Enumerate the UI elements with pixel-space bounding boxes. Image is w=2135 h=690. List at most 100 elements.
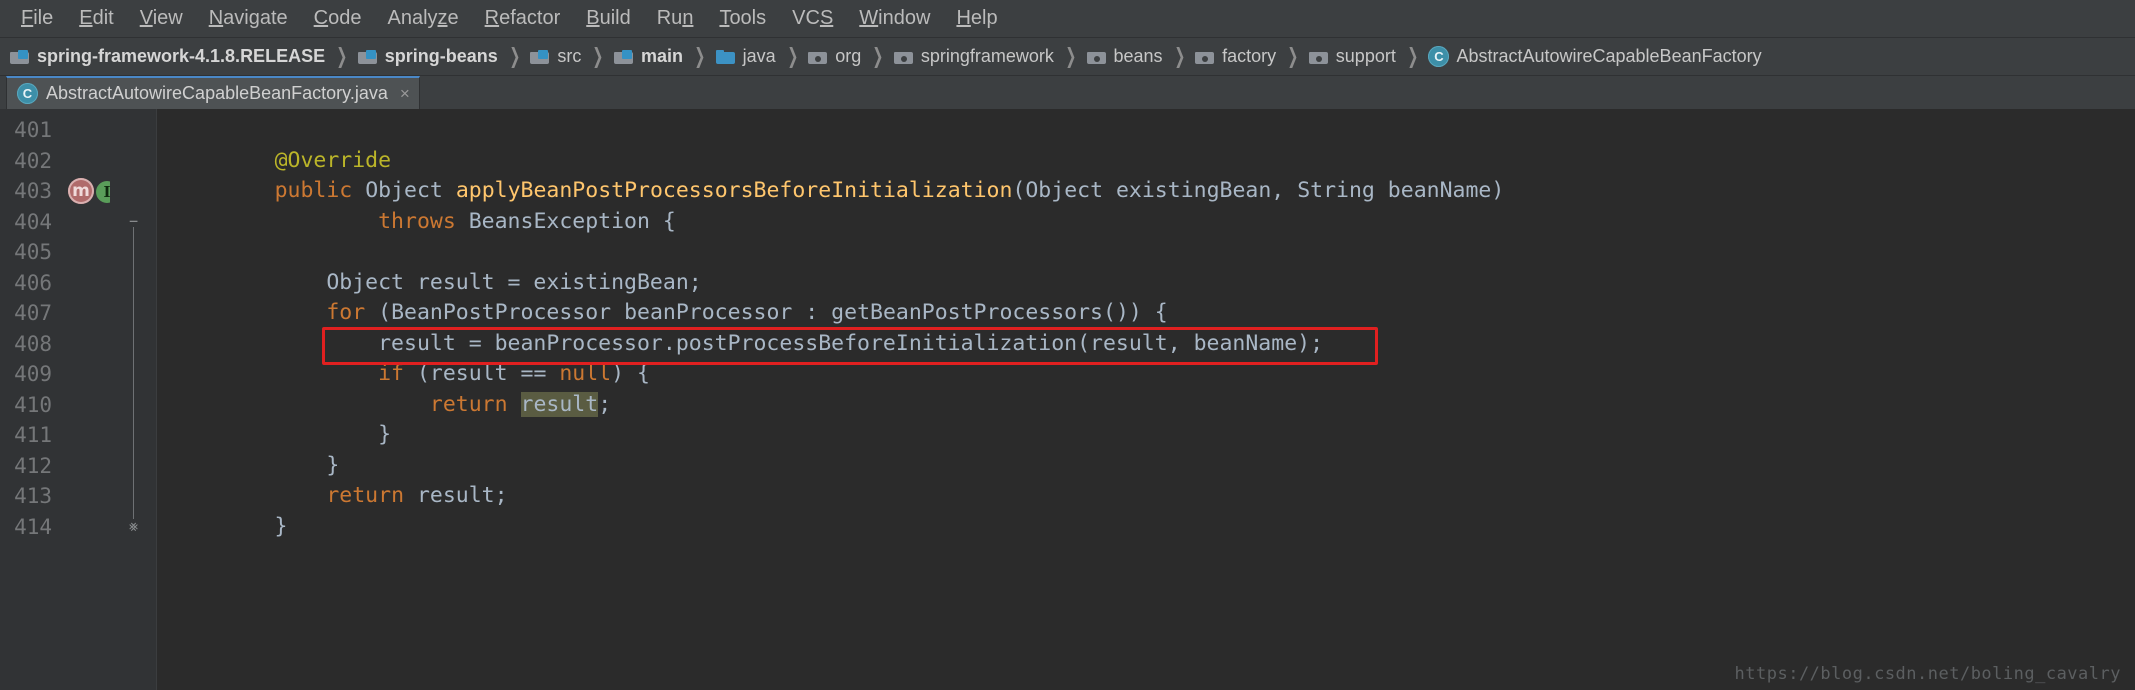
breadcrumb-separator-icon: ❯	[1407, 44, 1418, 69]
code-token: (Object existingBean, String beanName)	[1012, 178, 1504, 203]
menu-item-navigate[interactable]: Navigate	[196, 0, 301, 37]
breadcrumb-item-beans[interactable]: beans	[1087, 46, 1167, 67]
line-number: 402	[0, 146, 62, 177]
breadcrumb-item-factory[interactable]: factory	[1195, 46, 1280, 67]
breadcrumb-item-spring-framework-4-1-8-release[interactable]: spring-framework-4.1.8.RELEASE	[10, 46, 329, 67]
menu-item-tools[interactable]: Tools	[706, 0, 779, 37]
breadcrumb-item-src[interactable]: src	[530, 46, 585, 67]
menu-mnemonic: T	[719, 7, 729, 29]
breadcrumb-item-org[interactable]: org	[808, 46, 865, 67]
code-line: @Override	[157, 146, 2135, 177]
breadcrumb-item-support[interactable]: support	[1309, 46, 1400, 67]
breadcrumb-item-main[interactable]: main	[614, 46, 687, 67]
code-token: Object result = existingBean;	[171, 270, 702, 295]
breadcrumb-separator-icon: ❯	[336, 44, 347, 69]
breadcrumb-item-java[interactable]: java	[716, 46, 780, 67]
code-folding-column[interactable]: −⨳	[110, 109, 157, 690]
menu-item-window[interactable]: Window	[846, 0, 943, 37]
code-token: @Override	[275, 148, 392, 173]
code-line	[157, 237, 2135, 268]
folder-icon	[614, 49, 634, 65]
tab-label: AbstractAutowireCapableBeanFactory.java	[46, 83, 388, 104]
line-number: 414	[0, 512, 62, 543]
code-token	[171, 300, 326, 325]
line-number: 405	[0, 237, 62, 268]
menu-mnemonic: R	[485, 7, 499, 29]
editor-tab-bar: C AbstractAutowireCapableBeanFactory.jav…	[0, 76, 2135, 109]
breadcrumb-label: beans	[1114, 46, 1163, 67]
code-token	[171, 209, 378, 234]
code-token: result = beanProcessor.postProcessBefore…	[171, 331, 1323, 356]
code-token: (result ==	[404, 361, 559, 386]
menu-item-file[interactable]: File	[8, 0, 66, 37]
breadcrumb-label: src	[557, 46, 581, 67]
class-icon: C	[1428, 46, 1449, 67]
source-folder-icon	[716, 49, 736, 65]
breadcrumb: spring-framework-4.1.8.RELEASE ❯ spring-be…	[0, 38, 2135, 76]
breadcrumb-separator-icon: ❯	[694, 44, 705, 69]
menu-mnemonic: F	[21, 7, 33, 29]
code-token: ;	[598, 392, 611, 417]
breadcrumb-item-abstractautowirecapablebeanfactory[interactable]: CAbstractAutowireCapableBeanFactory	[1428, 46, 1765, 67]
code-line: }	[157, 420, 2135, 451]
code-token: for	[326, 300, 365, 325]
ide-window: FileEditViewNavigateCodeAnalyzeRefactorB…	[0, 0, 2135, 690]
code-token: result;	[404, 483, 508, 508]
breadcrumb-item-springframework[interactable]: springframework	[894, 46, 1058, 67]
close-icon[interactable]: ×	[400, 85, 410, 102]
folder-icon	[10, 49, 30, 65]
code-token	[171, 392, 430, 417]
code-line: if (result == null) {	[157, 359, 2135, 390]
breadcrumb-separator-icon: ❯	[1065, 44, 1076, 69]
code-line	[157, 115, 2135, 146]
breadcrumb-label: java	[743, 46, 776, 67]
menu-bar: FileEditViewNavigateCodeAnalyzeRefactorB…	[0, 0, 2135, 38]
breadcrumb-label: org	[835, 46, 861, 67]
code-token: }	[171, 422, 391, 447]
breadcrumb-label: spring-beans	[385, 46, 498, 67]
menu-item-refactor[interactable]: Refactor	[472, 0, 574, 37]
method-breakpoint-icon[interactable]: m	[68, 178, 94, 204]
menu-mnemonic: n	[682, 7, 693, 29]
code-token: if	[378, 361, 404, 386]
breadcrumb-label: spring-framework-4.1.8.RELEASE	[37, 46, 325, 67]
menu-item-view[interactable]: View	[127, 0, 196, 37]
tab-abstractautowirecapablebeanfactory[interactable]: C AbstractAutowireCapableBeanFactory.jav…	[6, 76, 420, 109]
line-number: 404	[0, 207, 62, 238]
gutter-icon-column[interactable]: mI↑	[62, 109, 110, 690]
menu-item-code[interactable]: Code	[301, 0, 375, 37]
code-line: return result;	[157, 481, 2135, 512]
package-icon	[1087, 49, 1107, 65]
code-token	[352, 178, 365, 203]
menu-mnemonic: W	[859, 7, 878, 29]
menu-mnemonic: B	[586, 7, 599, 29]
breadcrumb-separator-icon: ❯	[1288, 44, 1299, 69]
code-line: }	[157, 512, 2135, 543]
line-number: 413	[0, 481, 62, 512]
code-line: result = beanProcessor.postProcessBefore…	[157, 329, 2135, 360]
breadcrumb-label: springframework	[921, 46, 1054, 67]
breadcrumb-label: main	[641, 46, 683, 67]
menu-item-help[interactable]: Help	[943, 0, 1010, 37]
breadcrumb-separator-icon: ❯	[873, 44, 884, 69]
code-line: public Object applyBeanPostProcessorsBef…	[157, 176, 2135, 207]
code-token: BeansException {	[456, 209, 676, 234]
menu-item-analyze[interactable]: Analyze	[374, 0, 471, 37]
package-icon	[1309, 49, 1329, 65]
breadcrumb-item-spring-beans[interactable]: spring-beans	[358, 46, 502, 67]
code-token: ) {	[611, 361, 650, 386]
breadcrumb-separator-icon: ❯	[787, 44, 798, 69]
code-area[interactable]: @Override public Object applyBeanPostPro…	[157, 109, 2135, 690]
menu-item-run[interactable]: Run	[644, 0, 707, 37]
code-editor[interactable]: 4014024034044054064074084094104114124134…	[0, 109, 2135, 690]
menu-item-edit[interactable]: Edit	[66, 0, 126, 37]
line-number: 403	[0, 176, 62, 207]
menu-item-vcs[interactable]: VCS	[779, 0, 846, 37]
line-number: 406	[0, 268, 62, 299]
code-line: Object result = existingBean;	[157, 268, 2135, 299]
fold-end-icon[interactable]: ⨳	[126, 519, 141, 534]
line-number: 410	[0, 390, 62, 421]
code-token: public	[275, 178, 353, 203]
menu-item-build[interactable]: Build	[573, 0, 643, 37]
code-line: for (BeanPostProcessor beanProcessor : g…	[157, 298, 2135, 329]
